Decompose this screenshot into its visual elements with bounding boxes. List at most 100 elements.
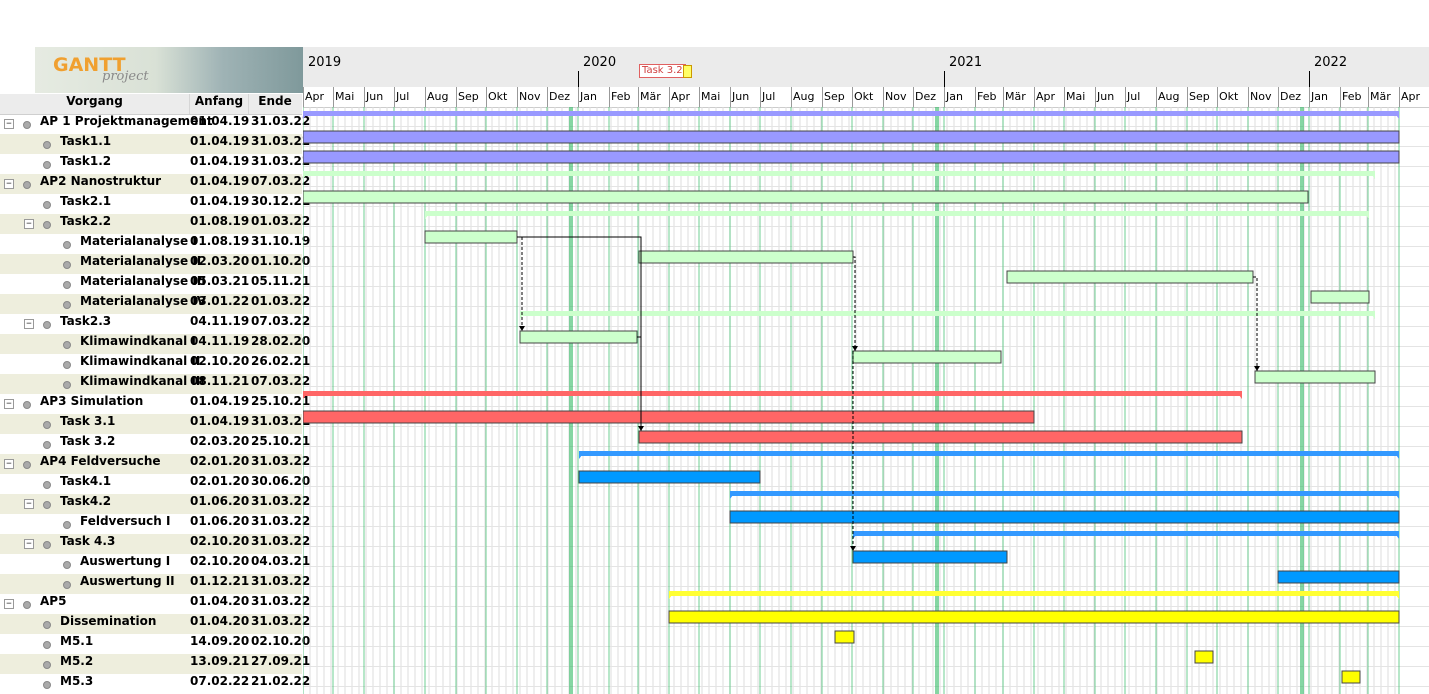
task-start-date[interactable]: 03.01.22	[190, 294, 249, 308]
task-name[interactable]: Task1.2	[60, 154, 111, 168]
task-end-date[interactable]: 26.02.21	[251, 354, 310, 368]
collapse-toggle-icon[interactable]: −	[24, 539, 34, 549]
task-start-date[interactable]: 01.04.19	[190, 114, 249, 128]
task-name[interactable]: Task 3.1	[60, 414, 115, 428]
task-end-date[interactable]: 25.10.21	[251, 394, 310, 408]
task-start-date[interactable]: 04.11.19	[190, 314, 249, 328]
task-end-date[interactable]: 07.03.22	[251, 374, 310, 388]
task-row[interactable]: Task2.1 01.04.19 30.12.21	[0, 194, 310, 214]
task-end-date[interactable]: 05.11.21	[251, 274, 310, 288]
task-end-date[interactable]: 31.03.22	[251, 134, 310, 148]
task-end-date[interactable]: 27.09.21	[251, 654, 310, 668]
task-row[interactable]: − AP4 Feldversuche 02.01.20 31.03.22	[0, 454, 310, 474]
task-name[interactable]: M5.1	[60, 634, 93, 648]
task-row[interactable]: − AP5 01.04.20 31.03.22	[0, 594, 310, 614]
task-name[interactable]: Task1.1	[60, 134, 111, 148]
task-row[interactable]: Task1.1 01.04.19 31.03.22	[0, 134, 310, 154]
task-end-date[interactable]: 28.02.20	[251, 334, 310, 348]
task-name[interactable]: Task 3.2	[60, 434, 115, 448]
task-name[interactable]: Materialanalyse III	[80, 274, 206, 288]
task-start-date[interactable]: 02.01.20	[190, 474, 249, 488]
task-row[interactable]: − AP2 Nanostruktur 01.04.19 07.03.22	[0, 174, 310, 194]
column-header-task[interactable]: Vorgang	[0, 94, 190, 114]
collapse-toggle-icon[interactable]: −	[4, 179, 14, 189]
task-end-date[interactable]: 01.10.20	[251, 254, 310, 268]
task-row[interactable]: Task 3.1 01.04.19 31.03.21	[0, 414, 310, 434]
task-end-date[interactable]: 31.03.22	[251, 514, 310, 528]
task-row[interactable]: M5.2 13.09.21 27.09.21	[0, 654, 310, 674]
task-name[interactable]: Task 4.3	[60, 534, 115, 548]
task-end-date[interactable]: 31.03.22	[251, 154, 310, 168]
task-name[interactable]: Klimawindkanal II	[80, 354, 200, 368]
task-start-date[interactable]: 01.04.19	[190, 174, 249, 188]
task-start-date[interactable]: 01.04.19	[190, 414, 249, 428]
task-name[interactable]: Auswertung II	[80, 574, 175, 588]
task-end-date[interactable]: 31.03.22	[251, 574, 310, 588]
task-name[interactable]: Dissemination	[60, 614, 156, 628]
task-row[interactable]: Materialanalyse II 02.03.20 01.10.20	[0, 254, 310, 274]
task-name[interactable]: AP4 Feldversuche	[40, 454, 161, 468]
task-start-date[interactable]: 01.12.21	[190, 574, 249, 588]
task-start-date[interactable]: 01.04.20	[190, 614, 249, 628]
task-start-date[interactable]: 14.09.20	[190, 634, 249, 648]
task-start-date[interactable]: 01.08.19	[190, 214, 249, 228]
gantt-chart-area[interactable]	[303, 107, 1429, 694]
column-header-start[interactable]: Anfang	[190, 94, 249, 114]
task-row[interactable]: Task4.1 02.01.20 30.06.20	[0, 474, 310, 494]
task-start-date[interactable]: 02.03.20	[190, 434, 249, 448]
task-end-date[interactable]: 31.03.22	[251, 494, 310, 508]
collapse-toggle-icon[interactable]: −	[4, 599, 14, 609]
task-end-date[interactable]: 31.03.22	[251, 454, 310, 468]
task-end-date[interactable]: 31.03.22	[251, 614, 310, 628]
task-row[interactable]: − Task4.2 01.06.20 31.03.22	[0, 494, 310, 514]
task-row[interactable]: Materialanalyse III 05.03.21 05.11.21	[0, 274, 310, 294]
task-row[interactable]: − AP 1 Projektmanagement 01.04.19 31.03.22	[0, 114, 310, 134]
task-start-date[interactable]: 05.03.21	[190, 274, 249, 288]
task-row[interactable]: M5.1 14.09.20 02.10.20	[0, 634, 310, 654]
task-end-date[interactable]: 31.03.22	[251, 114, 310, 128]
task-end-date[interactable]: 21.02.22	[251, 674, 310, 688]
task-start-date[interactable]: 01.04.19	[190, 394, 249, 408]
task-name[interactable]: Task4.1	[60, 474, 111, 488]
collapse-toggle-icon[interactable]: −	[4, 399, 14, 409]
task-row[interactable]: Klimawindkanal II 02.10.20 26.02.21	[0, 354, 310, 374]
task-name[interactable]: Klimawindkanal III	[80, 374, 205, 388]
collapse-toggle-icon[interactable]: −	[24, 319, 34, 329]
task-name[interactable]: Task4.2	[60, 494, 111, 508]
task-row[interactable]: Auswertung II 01.12.21 31.03.22	[0, 574, 310, 594]
task-end-date[interactable]: 30.06.20	[251, 474, 310, 488]
task-end-date[interactable]: 01.03.22	[251, 214, 310, 228]
task-end-date[interactable]: 04.03.21	[251, 554, 310, 568]
task-start-date[interactable]: 04.11.19	[190, 334, 249, 348]
task-name[interactable]: Materialanalyse IV	[80, 294, 206, 308]
task-end-date[interactable]: 31.03.22	[251, 594, 310, 608]
task-row[interactable]: Materialanalyse IV 03.01.22 01.03.22	[0, 294, 310, 314]
task-row[interactable]: Task1.2 01.04.19 31.03.22	[0, 154, 310, 174]
task-name[interactable]: Materialanalyse I	[80, 234, 197, 248]
collapse-toggle-icon[interactable]: −	[24, 219, 34, 229]
task-end-date[interactable]: 07.03.22	[251, 314, 310, 328]
task-end-date[interactable]: 31.03.22	[251, 534, 310, 548]
task-row[interactable]: Feldversuch I 01.06.20 31.03.22	[0, 514, 310, 534]
task-name[interactable]: AP5	[40, 594, 66, 608]
task-row[interactable]: − Task 4.3 02.10.20 31.03.22	[0, 534, 310, 554]
task-end-date[interactable]: 02.10.20	[251, 634, 310, 648]
task-name[interactable]: Feldversuch I	[80, 514, 170, 528]
task-name[interactable]: AP 1 Projektmanagement	[40, 114, 213, 128]
task-row[interactable]: Task 3.2 02.03.20 25.10.21	[0, 434, 310, 454]
task-start-date[interactable]: 02.10.20	[190, 554, 249, 568]
task-start-date[interactable]: 02.03.20	[190, 254, 249, 268]
task-row[interactable]: Klimawindkanal I 04.11.19 28.02.20	[0, 334, 310, 354]
collapse-toggle-icon[interactable]: −	[4, 119, 14, 129]
task-end-date[interactable]: 01.03.22	[251, 294, 310, 308]
task-row[interactable]: Klimawindkanal III 08.11.21 07.03.22	[0, 374, 310, 394]
task-start-date[interactable]: 01.04.20	[190, 594, 249, 608]
task-row[interactable]: Auswertung I 02.10.20 04.03.21	[0, 554, 310, 574]
task-name[interactable]: Klimawindkanal I	[80, 334, 196, 348]
collapse-toggle-icon[interactable]: −	[24, 499, 34, 509]
task-name[interactable]: M5.2	[60, 654, 93, 668]
task-name[interactable]: Task2.2	[60, 214, 111, 228]
task-end-date[interactable]: 25.10.21	[251, 434, 310, 448]
task-end-date[interactable]: 30.12.21	[251, 194, 310, 208]
task-row[interactable]: Materialanalyse I 01.08.19 31.10.19	[0, 234, 310, 254]
